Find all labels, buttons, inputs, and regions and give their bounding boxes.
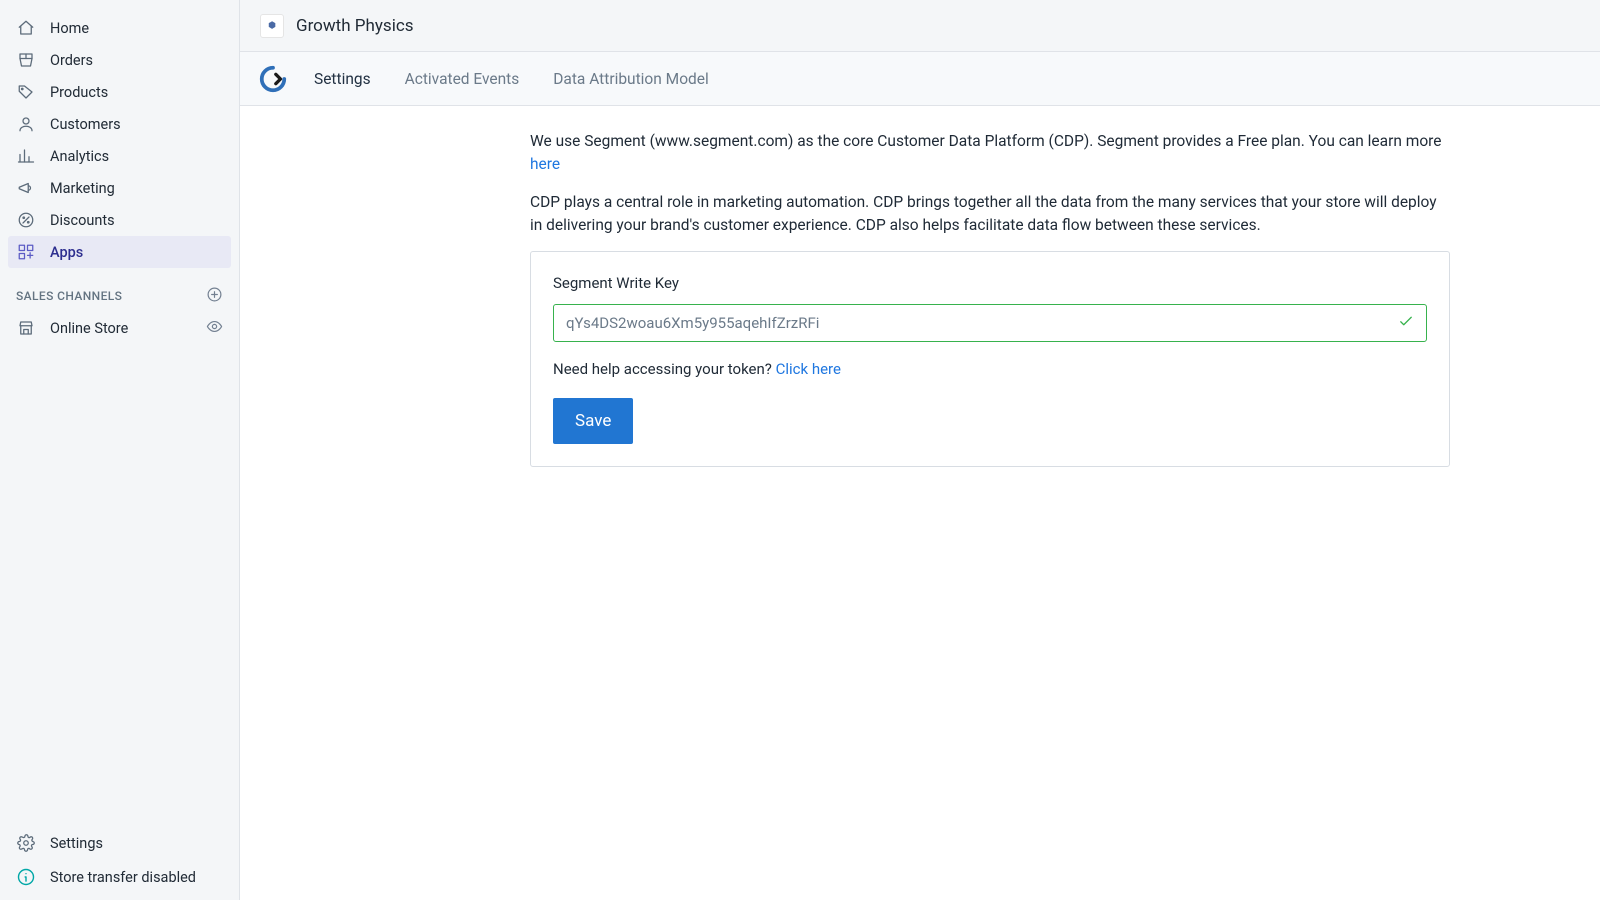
help-link[interactable]: Click here [776,360,841,378]
field-label: Segment Write Key [553,274,1427,292]
analytics-icon [16,146,36,166]
tab-label: Data Attribution Model [553,70,709,88]
channel-label: Online Store [50,320,128,337]
sidebar-item-transfer[interactable]: Store transfer disabled [8,860,231,894]
intro-paragraph-1: We use Segment (www.segment.com) as the … [530,130,1450,177]
tab-label: Settings [314,70,371,88]
app-logo-icon: ⬢ [260,14,284,38]
sidebar: Home Orders Products Customers Analytics… [0,0,240,900]
segment-write-key-input[interactable] [553,304,1427,342]
tag-icon [16,82,36,102]
help-prefix: Need help accessing your token? [553,360,776,378]
orders-icon [16,50,36,70]
tabs-bar: Settings Activated Events Data Attributi… [240,52,1600,106]
segment-key-card: Segment Write Key Need help accessing yo… [530,251,1450,467]
megaphone-icon [16,178,36,198]
sidebar-item-label: Discounts [50,212,115,229]
user-icon [16,114,36,134]
add-channel-icon[interactable] [206,286,223,306]
transfer-label: Store transfer disabled [50,869,196,886]
sidebar-item-customers[interactable]: Customers [8,108,231,140]
para1-text: We use Segment (www.segment.com) as the … [530,132,1442,150]
sidebar-item-label: Marketing [50,180,115,197]
sidebar-item-label: Orders [50,52,93,69]
sidebar-item-label: Products [50,84,108,101]
settings-label: Settings [50,835,103,852]
section-title-label: SALES CHANNELS [16,289,122,303]
sidebar-item-products[interactable]: Products [8,76,231,108]
info-icon [16,867,36,887]
tab-data-attribution-model[interactable]: Data Attribution Model [553,70,709,88]
sidebar-item-orders[interactable]: Orders [8,44,231,76]
sidebar-item-label: Apps [50,244,83,261]
check-icon [1397,312,1415,334]
sidebar-item-settings[interactable]: Settings [8,826,231,860]
content-area: We use Segment (www.segment.com) as the … [240,106,1600,900]
store-icon [16,318,36,338]
sidebar-item-apps[interactable]: Apps [8,236,231,268]
page-title: Growth Physics [296,16,414,36]
sidebar-item-home[interactable]: Home [8,12,231,44]
gear-icon [16,833,36,853]
sidebar-item-label: Customers [50,116,121,133]
home-icon [16,18,36,38]
tab-label: Activated Events [405,70,520,88]
tab-settings[interactable]: Settings [314,70,371,88]
sidebar-item-discounts[interactable]: Discounts [8,204,231,236]
main-content: ⬢ Growth Physics Settings Activated Even… [240,0,1600,900]
discount-icon [16,210,36,230]
sales-channels-header: SALES CHANNELS [0,268,239,312]
view-channel-icon[interactable] [206,318,223,339]
sidebar-item-label: Analytics [50,148,109,165]
sidebar-item-label: Home [50,20,89,37]
sidebar-item-analytics[interactable]: Analytics [8,140,231,172]
sidebar-item-marketing[interactable]: Marketing [8,172,231,204]
save-button[interactable]: Save [553,398,633,444]
tab-activated-events[interactable]: Activated Events [405,70,520,88]
brand-logo-icon [258,64,288,94]
channel-online-store[interactable]: Online Store [0,312,239,344]
help-text: Need help accessing your token? Click he… [553,360,1427,378]
apps-icon [16,242,36,262]
intro-paragraph-2: CDP plays a central role in marketing au… [530,191,1450,238]
page-header: ⬢ Growth Physics [240,0,1600,52]
learn-more-link[interactable]: here [530,155,560,173]
